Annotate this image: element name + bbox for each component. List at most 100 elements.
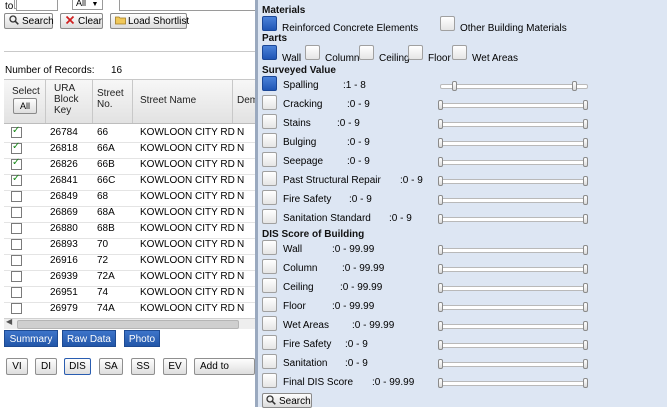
dis-score-slider-track[interactable] (440, 343, 588, 348)
surveyed-toggle-5[interactable] (262, 171, 277, 186)
scroll-left-icon[interactable]: ◀ (6, 317, 12, 326)
surveyed-slider-min-handle[interactable] (438, 195, 443, 205)
surveyed-slider-track[interactable] (440, 179, 588, 184)
row-checkbox[interactable] (11, 239, 22, 250)
dis-score-slider-min-handle[interactable] (438, 245, 443, 255)
dis-score-slider-max-handle[interactable] (583, 302, 588, 312)
material-toggle-0[interactable] (262, 16, 277, 31)
dis-score-slider-track[interactable] (440, 381, 588, 386)
row-checkbox[interactable] (11, 207, 22, 218)
dis-score-slider-track[interactable] (440, 305, 588, 310)
surveyed-slider-min-handle[interactable] (452, 81, 457, 91)
part-toggle-3[interactable] (408, 45, 423, 60)
to-input[interactable] (16, 0, 58, 11)
dis-score-slider-max-handle[interactable] (583, 264, 588, 274)
dis-score-toggle-0[interactable] (262, 240, 277, 255)
part-toggle-0[interactable] (262, 45, 277, 60)
surveyed-toggle-4[interactable] (262, 152, 277, 167)
di-button[interactable]: DI (35, 358, 57, 375)
dis-score-slider-track[interactable] (440, 248, 588, 253)
dis-button[interactable]: DIS (64, 358, 91, 375)
row-checkbox[interactable] (11, 191, 22, 202)
dis-score-toggle-6[interactable] (262, 354, 277, 369)
surveyed-slider-max-handle[interactable] (572, 81, 577, 91)
all-select[interactable]: All ▼ (72, 0, 103, 10)
surveyed-toggle-1[interactable] (262, 95, 277, 110)
surveyed-toggle-3[interactable] (262, 133, 277, 148)
surveyed-slider-min-handle[interactable] (438, 138, 443, 148)
surveyed-toggle-7[interactable] (262, 209, 277, 224)
row-checkbox[interactable] (11, 173, 22, 186)
dis-score-toggle-7[interactable] (262, 373, 277, 388)
dis-score-slider-max-handle[interactable] (583, 321, 588, 331)
surveyed-slider-min-handle[interactable] (438, 176, 443, 186)
header-street-no[interactable]: Street No. (97, 88, 124, 110)
surveyed-slider-min-handle[interactable] (438, 100, 443, 110)
dis-score-toggle-1[interactable] (262, 259, 277, 274)
surveyed-slider-track[interactable] (440, 122, 588, 127)
surveyed-slider-max-handle[interactable] (583, 119, 588, 129)
row-checkbox[interactable] (11, 141, 22, 154)
dis-score-toggle-3[interactable] (262, 297, 277, 312)
surveyed-slider-track[interactable] (440, 217, 588, 222)
surveyed-toggle-2[interactable] (262, 114, 277, 129)
ss-button[interactable]: SS (131, 358, 155, 375)
surveyed-slider-max-handle[interactable] (583, 100, 588, 110)
part-toggle-1[interactable] (305, 45, 320, 60)
header-street-name[interactable]: Street Name (140, 95, 196, 106)
dis-score-slider-track[interactable] (440, 267, 588, 272)
surveyed-slider-max-handle[interactable] (583, 138, 588, 148)
row-checkbox[interactable] (11, 255, 22, 266)
row-checkbox[interactable] (11, 303, 22, 314)
dis-score-slider-min-handle[interactable] (438, 302, 443, 312)
tab-raw-data[interactable]: Raw Data (62, 330, 116, 347)
range-input[interactable] (119, 0, 257, 11)
dis-score-slider-max-handle[interactable] (583, 340, 588, 350)
dis-score-slider-min-handle[interactable] (438, 321, 443, 331)
surveyed-slider-max-handle[interactable] (583, 157, 588, 167)
material-toggle-1[interactable] (440, 16, 455, 31)
surveyed-slider-min-handle[interactable] (438, 119, 443, 129)
surveyed-toggle-0[interactable] (262, 76, 277, 91)
dis-score-slider-min-handle[interactable] (438, 264, 443, 274)
surveyed-slider-min-handle[interactable] (438, 157, 443, 167)
row-checkbox[interactable] (11, 287, 22, 298)
surveyed-slider-max-handle[interactable] (583, 176, 588, 186)
clear-button[interactable]: Clear (60, 13, 103, 29)
dis-score-slider-max-handle[interactable] (583, 359, 588, 369)
dis-score-slider-min-handle[interactable] (438, 378, 443, 388)
tab-photo[interactable]: Photo (124, 330, 160, 347)
surveyed-slider-min-handle[interactable] (438, 214, 443, 224)
part-toggle-2[interactable] (359, 45, 374, 60)
part-toggle-4[interactable] (452, 45, 467, 60)
search-button[interactable]: Search (4, 13, 54, 29)
table-row[interactable]: 26979 74A KOWLOON CITY RD N (4, 299, 255, 319)
vi-button[interactable]: VI (6, 358, 28, 375)
scrollbar-thumb[interactable] (17, 320, 239, 329)
dis-score-slider-min-handle[interactable] (438, 283, 443, 293)
surveyed-slider-track[interactable] (440, 198, 588, 203)
surveyed-slider-track[interactable] (440, 160, 588, 165)
dis-score-slider-max-handle[interactable] (583, 283, 588, 293)
dis-score-slider-track[interactable] (440, 362, 588, 367)
header-ura-key[interactable]: URA Block Key (54, 83, 78, 116)
row-checkbox[interactable] (11, 157, 22, 170)
dis-score-toggle-4[interactable] (262, 316, 277, 331)
row-checkbox[interactable] (11, 125, 22, 138)
load-shortlist-button[interactable]: Load Shortlist (110, 13, 189, 29)
surveyed-slider-track[interactable] (440, 141, 588, 146)
row-checkbox[interactable] (11, 223, 22, 234)
filter-search-button[interactable]: Search (262, 393, 312, 408)
select-all-button[interactable]: All (13, 98, 37, 114)
surveyed-slider-max-handle[interactable] (583, 195, 588, 205)
surveyed-slider-max-handle[interactable] (583, 214, 588, 224)
add-to-shortlist-button[interactable]: Add to Shortlis (194, 358, 255, 375)
dis-score-slider-min-handle[interactable] (438, 340, 443, 350)
dis-score-slider-track[interactable] (440, 324, 588, 329)
dis-score-toggle-2[interactable] (262, 278, 277, 293)
surveyed-toggle-6[interactable] (262, 190, 277, 205)
row-checkbox[interactable] (11, 271, 22, 282)
ev-button[interactable]: EV (163, 358, 187, 375)
dis-score-slider-max-handle[interactable] (583, 378, 588, 388)
dis-score-toggle-5[interactable] (262, 335, 277, 350)
